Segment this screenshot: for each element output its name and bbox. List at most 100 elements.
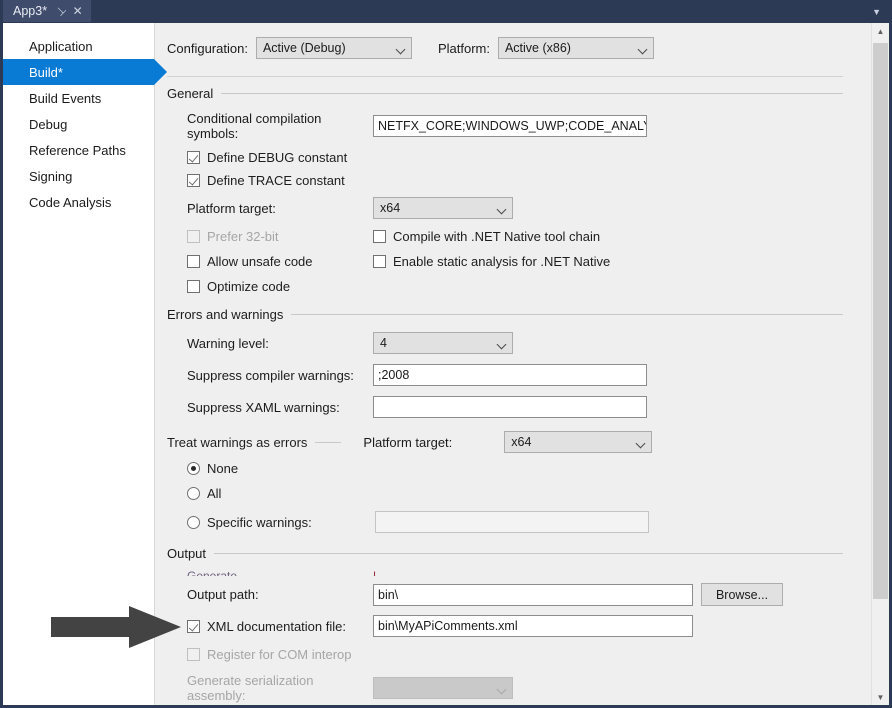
treat-warnings-title: Treat warnings as errors <box>167 435 307 450</box>
chevron-down-icon[interactable]: ▼ <box>872 7 889 22</box>
errors-title: Errors and warnings <box>167 307 283 322</box>
right-arrow-annotation-icon <box>51 606 181 648</box>
conditional-symbols-value: NETFX_CORE;WINDOWS_UWP;CODE_ANALYSIS <box>378 119 647 133</box>
serialization-dropdown <box>373 677 513 699</box>
sidebar-item-label: Signing <box>29 169 72 184</box>
scrollbar-track[interactable] <box>872 40 889 689</box>
treat-platform-target-value: x64 <box>511 435 531 449</box>
allow-unsafe-checkbox[interactable] <box>187 255 200 268</box>
xml-doc-check-group[interactable]: XML documentation file: <box>187 619 373 634</box>
sidebar-item-code-analysis[interactable]: Code Analysis <box>3 189 154 215</box>
warning-level-label: Warning level: <box>187 336 373 351</box>
warning-level-dropdown[interactable]: 4 <box>373 332 513 354</box>
output-path-label: Output path: <box>187 587 373 602</box>
sidebar-item-debug[interactable]: Debug <box>3 111 154 137</box>
output-path-input[interactable]: bin\ <box>373 584 693 606</box>
treat-warnings-group-header: Treat warnings as errors Platform target… <box>167 431 871 453</box>
document-tab-app3[interactable]: App3* ⊣ ✕ <box>3 0 91 22</box>
compile-native-row[interactable]: Compile with .NET Native tool chain <box>373 229 600 244</box>
titlebar: App3* ⊣ ✕ ▼ <box>3 0 889 22</box>
general-title: General <box>167 86 213 101</box>
sidebar-item-label: Reference Paths <box>29 143 126 158</box>
sidebar-item-build-events[interactable]: Build Events <box>3 85 154 111</box>
allow-unsafe-label: Allow unsafe code <box>207 254 313 269</box>
sidebar-item-signing[interactable]: Signing <box>3 163 154 189</box>
treat-specific-row: Specific warnings: <box>187 511 871 533</box>
vertical-scrollbar[interactable]: ▲ ▼ <box>871 23 889 706</box>
suppress-compiler-input[interactable]: ;2008 <box>373 364 647 386</box>
output-group-header: Output <box>167 546 871 561</box>
xml-documentation-checkbox[interactable] <box>187 620 200 633</box>
treat-platform-target-dropdown[interactable]: x64 <box>504 431 652 453</box>
build-settings-panel: Configuration: Active (Debug) Platform: … <box>155 23 889 706</box>
output-title: Output <box>167 546 206 561</box>
platform-target-value: x64 <box>380 201 400 215</box>
platform-label: Platform: <box>438 41 490 56</box>
serialization-row: Generate serialization assembly: <box>187 673 871 703</box>
treat-specific-input[interactable] <box>375 511 649 533</box>
sidebar-item-build[interactable]: Build* <box>3 59 154 85</box>
suppress-xaml-input[interactable] <box>373 396 647 418</box>
treat-all-radio[interactable] <box>187 487 200 500</box>
general-group-header: General <box>167 86 871 101</box>
sidebar-item-application[interactable]: Application <box>3 33 154 59</box>
com-interop-checkbox <box>187 648 200 661</box>
static-analysis-row[interactable]: Enable static analysis for .NET Native <box>373 254 610 269</box>
treat-none-radio[interactable] <box>187 462 200 475</box>
platform-target-label: Platform target: <box>187 201 373 216</box>
browse-label: Browse... <box>716 588 768 602</box>
compile-native-checkbox[interactable] <box>373 230 386 243</box>
suppress-compiler-row: Suppress compiler warnings: ;2008 <box>187 364 871 386</box>
compile-native-label: Compile with .NET Native tool chain <box>393 229 600 244</box>
define-trace-row[interactable]: Define TRACE constant <box>187 173 871 188</box>
static-analysis-label: Enable static analysis for .NET Native <box>393 254 610 269</box>
treat-all-row[interactable]: All <box>187 486 871 501</box>
group-rule <box>315 442 341 443</box>
browse-button[interactable]: Browse... <box>701 583 783 606</box>
sidebar-item-reference-paths[interactable]: Reference Paths <box>3 137 154 163</box>
scrollbar-thumb[interactable] <box>873 43 888 599</box>
treat-specific-label: Specific warnings: <box>207 515 375 530</box>
configuration-label: Configuration: <box>167 41 248 56</box>
scroll-up-icon[interactable]: ▲ <box>872 23 889 40</box>
window-content: Application Build* Build Events Debug Re… <box>3 22 889 706</box>
conditional-symbols-input[interactable]: NETFX_CORE;WINDOWS_UWP;CODE_ANALYSIS <box>373 115 647 137</box>
optimize-code-checkbox[interactable] <box>187 280 200 293</box>
treat-none-row[interactable]: None <box>187 461 871 476</box>
allow-unsafe-row[interactable]: Allow unsafe code <box>187 254 373 269</box>
scroll-down-icon[interactable]: ▼ <box>872 689 889 706</box>
xml-doc-row: XML documentation file: bin\MyAPiComment… <box>187 615 871 637</box>
platform-target-row: Platform target: x64 <box>187 197 871 219</box>
xml-documentation-label: XML documentation file: <box>207 619 346 634</box>
sidebar-item-label: Application <box>29 39 93 54</box>
com-interop-label: Register for COM interop <box>207 647 352 662</box>
platform-target-dropdown[interactable]: x64 <box>373 197 513 219</box>
group-rule <box>214 553 843 554</box>
output-path-value: bin\ <box>378 588 398 602</box>
treat-none-label: None <box>207 461 238 476</box>
category-sidebar: Application Build* Build Events Debug Re… <box>3 23 155 706</box>
suppress-xaml-row: Suppress XAML warnings: <box>187 396 871 418</box>
conditional-symbols-row: Conditional compilation symbols: NETFX_C… <box>187 111 871 141</box>
define-trace-checkbox[interactable] <box>187 174 200 187</box>
platform-value: Active (x86) <box>505 41 571 55</box>
configuration-row: Configuration: Active (Debug) Platform: … <box>155 23 871 59</box>
pin-icon[interactable]: ⊣ <box>53 4 68 19</box>
header-divider <box>167 76 843 77</box>
static-analysis-checkbox[interactable] <box>373 255 386 268</box>
suppress-compiler-label: Suppress compiler warnings: <box>187 368 373 383</box>
warning-level-row: Warning level: 4 <box>187 332 871 354</box>
optimize-row[interactable]: Optimize code <box>187 279 871 294</box>
conditional-symbols-label: Conditional compilation symbols: <box>187 111 373 141</box>
xml-documentation-input[interactable]: bin\MyAPiComments.xml <box>373 615 693 637</box>
platform-dropdown[interactable]: Active (x86) <box>498 37 654 59</box>
close-icon[interactable]: ✕ <box>73 5 83 17</box>
define-debug-checkbox[interactable] <box>187 151 200 164</box>
define-debug-row[interactable]: Define DEBUG constant <box>187 150 871 165</box>
configuration-dropdown[interactable]: Active (Debug) <box>256 37 412 59</box>
define-debug-label: Define DEBUG constant <box>207 150 347 165</box>
treat-specific-radio[interactable] <box>187 516 200 529</box>
tab-label: App3* <box>13 4 47 18</box>
suppress-compiler-value: ;2008 <box>378 368 409 382</box>
group-rule <box>291 314 843 315</box>
